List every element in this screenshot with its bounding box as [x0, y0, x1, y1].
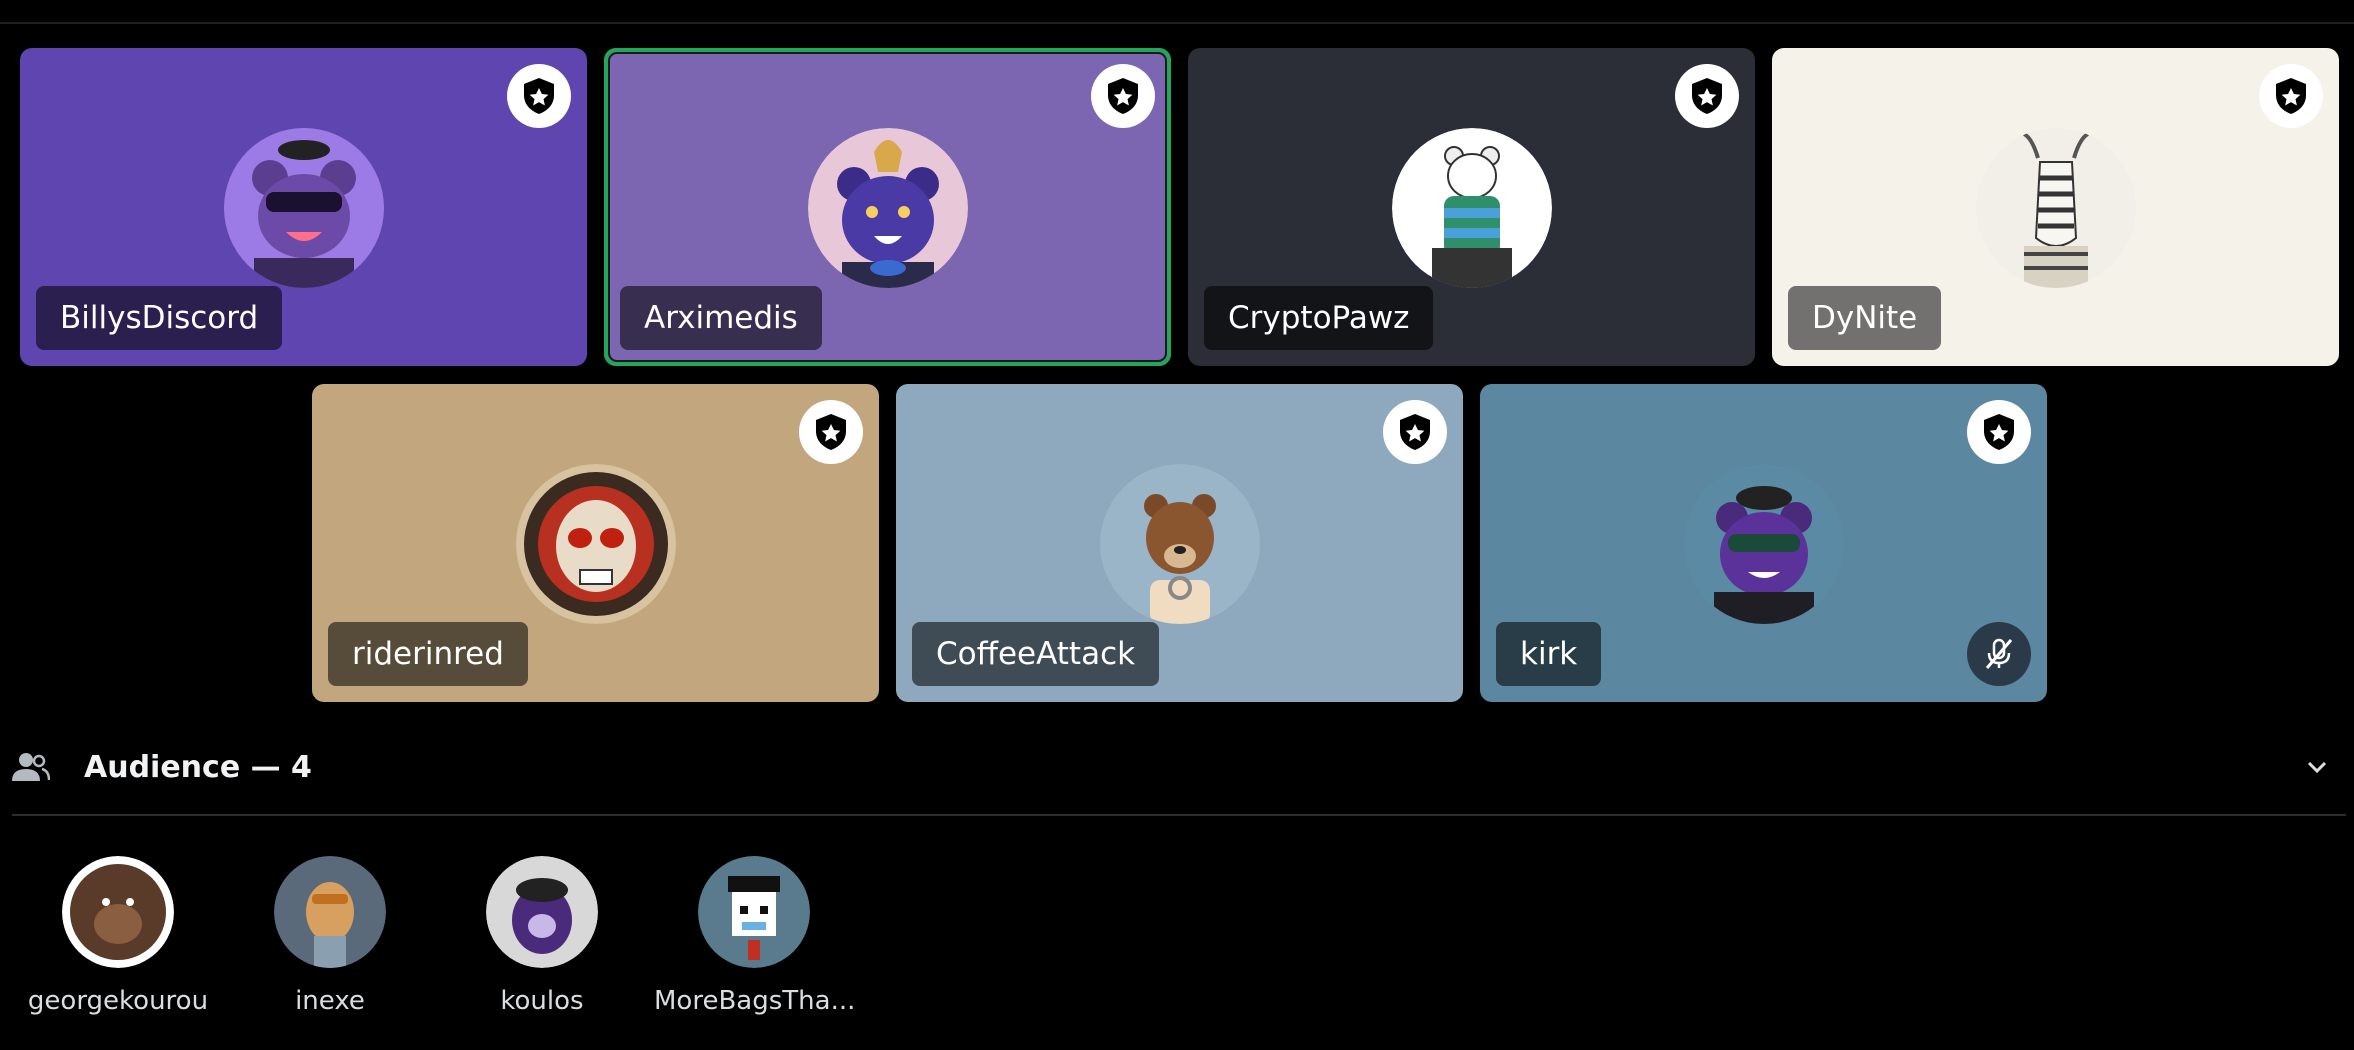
- speaker-tile-coffeeattack[interactable]: CoffeeAttack: [896, 384, 1463, 702]
- shield-star-icon: [1984, 414, 2014, 450]
- moderator-badge: [507, 64, 571, 128]
- moderator-badge: [1091, 64, 1155, 128]
- shield-star-icon: [1692, 78, 1722, 114]
- audience-header[interactable]: Audience — 4: [12, 742, 2342, 792]
- speaker-tile-cryptopawz[interactable]: CryptoPawz: [1188, 48, 1755, 366]
- avatar: [486, 856, 598, 968]
- moderator-badge: [799, 400, 863, 464]
- speaker-avatar: [223, 128, 384, 288]
- shield-star-icon: [1400, 414, 1430, 450]
- audience-member-name: MoreBagsTha...: [654, 986, 856, 1016]
- speaker-avatar: [1683, 464, 1844, 624]
- speaker-avatar: [1975, 128, 2136, 288]
- speaker-tile-dynite[interactable]: DyNite: [1772, 48, 2339, 366]
- speaker-name: kirk: [1496, 622, 1602, 686]
- audience-member-name: inexe: [295, 986, 365, 1016]
- muted-indicator: [1967, 622, 2031, 686]
- shield-star-icon: [1108, 78, 1138, 114]
- audience-member[interactable]: georgekourou: [18, 856, 218, 1016]
- audience-member-name: koulos: [500, 986, 584, 1016]
- moderator-badge: [1967, 400, 2031, 464]
- audience-member[interactable]: koulos: [442, 856, 642, 1016]
- speaker-tile-billysdiscord[interactable]: BillysDiscord: [20, 48, 587, 366]
- shield-star-icon: [816, 414, 846, 450]
- audience-member-name: georgekourou: [27, 986, 209, 1016]
- speaker-name: riderinred: [328, 622, 528, 686]
- speaker-tile-kirk[interactable]: kirk: [1480, 384, 2047, 702]
- moderator-badge: [2259, 64, 2323, 128]
- moderator-badge: [1675, 64, 1739, 128]
- people-icon: [12, 753, 50, 781]
- mic-muted-icon: [1985, 638, 2013, 669]
- audience-member[interactable]: inexe: [230, 856, 430, 1016]
- speaker-tile-arximedis[interactable]: Arximedis: [604, 48, 1171, 366]
- speaker-name: DyNite: [1788, 286, 1942, 350]
- speaker-tile-riderinred[interactable]: riderinred: [312, 384, 879, 702]
- speaker-name: CoffeeAttack: [912, 622, 1160, 686]
- avatar: [698, 856, 810, 968]
- moderator-badge: [1383, 400, 1447, 464]
- audience-title: Audience — 4: [84, 749, 312, 785]
- chevron-down-icon[interactable]: [2300, 750, 2334, 784]
- shield-star-icon: [524, 78, 554, 114]
- speaker-avatar: [515, 464, 676, 624]
- speaker-name: Arximedis: [620, 286, 822, 350]
- audience-member[interactable]: MoreBagsTha...: [654, 856, 856, 1016]
- speaker-avatar: [1099, 464, 1260, 624]
- speaker-name: BillysDiscord: [36, 286, 283, 350]
- avatar: [274, 856, 386, 968]
- speaker-avatar: [1391, 128, 1552, 288]
- avatar: [62, 856, 174, 968]
- top-divider: [0, 22, 2354, 24]
- audience-divider: [12, 814, 2346, 816]
- speaker-name: CryptoPawz: [1204, 286, 1434, 350]
- speaker-avatar: [807, 128, 968, 288]
- shield-star-icon: [2276, 78, 2306, 114]
